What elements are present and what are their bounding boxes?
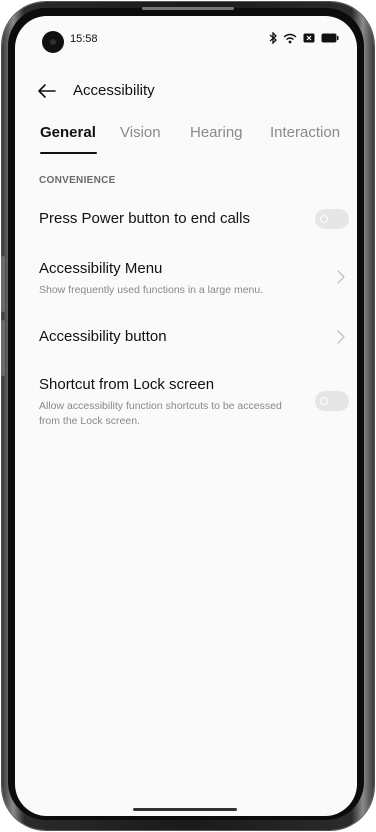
speaker-grille [142, 7, 234, 10]
row-title: Shortcut from Lock screen [39, 376, 215, 393]
back-arrow-icon[interactable] [35, 79, 59, 103]
chevron-right-icon [337, 270, 345, 284]
tab-general[interactable]: General [40, 124, 96, 141]
list-item-accessibility-menu[interactable]: Accessibility Menu Show frequently used … [15, 256, 357, 306]
toggle-switch[interactable] [315, 209, 349, 229]
status-icons [269, 32, 339, 44]
tab-bar: General Vision Hearing Interaction [15, 124, 357, 160]
tab-vision[interactable]: Vision [120, 124, 161, 141]
header: Accessibility [15, 74, 357, 110]
power-button [1, 320, 5, 376]
bluetooth-icon [269, 32, 277, 44]
tab-hearing[interactable]: Hearing [190, 124, 243, 141]
row-title: Accessibility Menu [39, 260, 163, 277]
list-item-power-button-end-calls[interactable]: Press Power button to end calls [15, 204, 357, 244]
row-subtitle: Allow accessibility function shortcuts t… [39, 400, 282, 427]
sim-icon [303, 33, 315, 43]
volume-button [1, 256, 5, 312]
status-bar: 15:58 [15, 16, 357, 60]
front-camera [42, 31, 64, 53]
tab-interaction[interactable]: Interaction [270, 124, 340, 141]
toggle-switch[interactable] [315, 391, 349, 411]
row-subtitle: Show frequently used functions in a larg… [39, 284, 264, 296]
screen: 15:58 Accessibility General Vision Heari… [15, 16, 357, 816]
page-title: Accessibility [73, 82, 155, 99]
list-item-shortcut-lock-screen[interactable]: Shortcut from Lock screen Allow accessib… [15, 373, 357, 439]
chevron-right-icon [337, 330, 345, 344]
list-item-accessibility-button[interactable]: Accessibility button [15, 322, 357, 362]
row-title: Accessibility button [39, 328, 167, 345]
row-title: Press Power button to end calls [39, 210, 250, 227]
home-indicator[interactable] [133, 808, 237, 811]
tab-indicator [40, 152, 97, 154]
wifi-icon [283, 33, 297, 43]
section-header: CONVENIENCE [39, 175, 116, 186]
status-time: 15:58 [70, 33, 98, 45]
battery-icon [321, 33, 339, 43]
